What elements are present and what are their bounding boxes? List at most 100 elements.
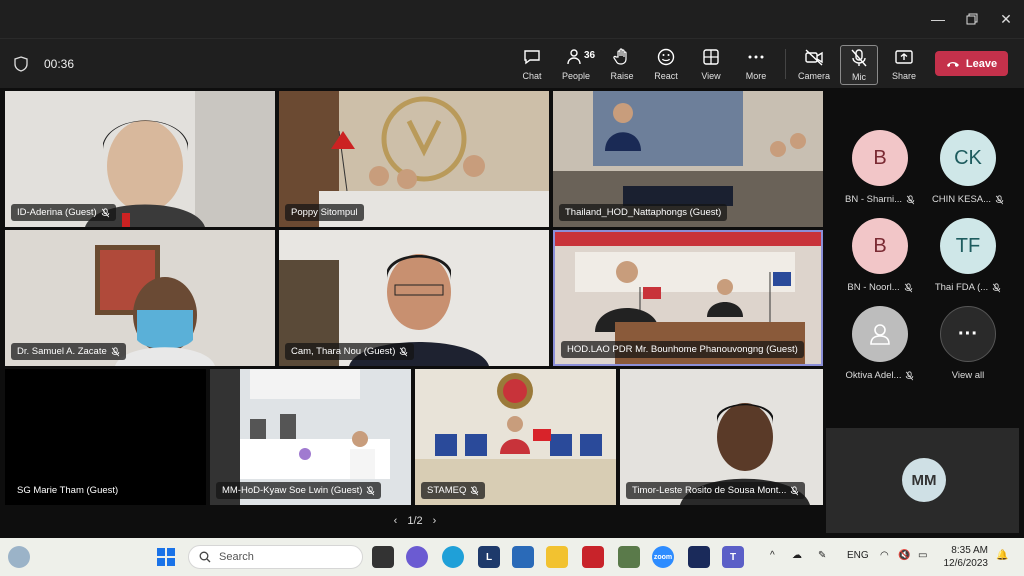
video-tile-zacate[interactable]: Dr. Samuel A. Zacate xyxy=(5,230,275,366)
meeting-toolbar: 00:36 Chat 36 People Raise React View Mo… xyxy=(0,38,1024,88)
side-participant[interactable]: CK CHIN KESA... xyxy=(928,130,1008,205)
participant-nametag: STAMEQ xyxy=(421,482,486,499)
participant-nametag: SG Marie Tham (Guest) xyxy=(17,485,119,496)
side-participant[interactable]: Oktiva Adel... xyxy=(840,306,920,381)
edge-icon[interactable] xyxy=(442,546,464,568)
avatar xyxy=(852,306,908,362)
search-icon xyxy=(199,551,211,563)
chevron-left-icon[interactable]: ‹ xyxy=(394,515,398,527)
video-tile-stameq[interactable]: STAMEQ xyxy=(415,369,616,505)
smiley-icon xyxy=(657,48,675,66)
mcafee-icon[interactable] xyxy=(582,546,604,568)
chat-button[interactable]: Chat xyxy=(510,45,554,85)
participant-nametag: Cam, Thara Nou (Guest) xyxy=(285,343,415,360)
more-icon: ··· xyxy=(940,306,996,362)
battery-icon[interactable]: ▭ xyxy=(918,550,927,561)
avatar: B xyxy=(852,218,908,274)
phone-hangup-icon xyxy=(946,61,959,67)
people-count: 36 xyxy=(584,50,596,61)
participant-nametag: Timor-Leste Rosito de Sousa Mont... xyxy=(626,482,806,499)
view-button[interactable]: View xyxy=(689,45,733,85)
video-tile-aderina[interactable]: ID-Aderina (Guest) xyxy=(5,91,275,227)
leave-button[interactable]: Leave xyxy=(935,51,1008,76)
side-participant[interactable]: TF Thai FDA (... xyxy=(928,218,1008,293)
video-tile-timor-leste[interactable]: Timor-Leste Rosito de Sousa Mont... xyxy=(620,369,823,505)
task-view-icon[interactable] xyxy=(372,546,394,568)
participant-nametag: Dr. Samuel A. Zacate xyxy=(11,343,126,360)
file-explorer-icon[interactable] xyxy=(546,546,568,568)
participant-nametag: ID-Aderina (Guest) xyxy=(11,204,116,221)
participant-nametag: MM-HoD-Kyaw Soe Lwin (Guest) xyxy=(216,482,382,499)
mic-muted-icon xyxy=(101,207,109,217)
windows-taskbar: Search L zoom T ^ ☁ ✎ ENG ◠ 🔇 ▭ 8:35 AM … xyxy=(0,538,1024,576)
mic-button[interactable]: Mic xyxy=(840,45,878,85)
shield-icon xyxy=(14,56,28,72)
teams-icon[interactable]: T xyxy=(722,546,744,568)
wifi-icon[interactable]: ◠ xyxy=(880,550,889,561)
close-icon[interactable]: ✕ xyxy=(994,8,1018,30)
side-participant[interactable]: B BN - Noorl... xyxy=(840,218,920,293)
people-button[interactable]: 36 People xyxy=(554,45,598,85)
meeting-timer: 00:36 xyxy=(44,57,75,71)
weather-icon[interactable] xyxy=(8,546,30,568)
video-tile-poppy[interactable]: Poppy Sitompul xyxy=(279,91,549,227)
mic-muted-icon xyxy=(906,370,914,380)
mic-muted-icon xyxy=(367,485,375,495)
camera-off-icon xyxy=(805,49,823,66)
store-icon[interactable] xyxy=(512,546,534,568)
view-all-button[interactable]: ··· View all xyxy=(928,306,1008,381)
video-tile-marie-tham[interactable]: SG Marie Tham (Guest) xyxy=(5,369,206,505)
video-tile-kyaw-soe-lwin[interactable]: MM-HoD-Kyaw Soe Lwin (Guest) xyxy=(210,369,411,505)
mic-muted-icon xyxy=(906,194,915,204)
more-button[interactable]: More xyxy=(734,45,778,85)
participant-nametag: Thailand_HOD_Nattaphongs (Guest) xyxy=(559,204,728,221)
raise-hand-button[interactable]: Raise xyxy=(600,45,644,85)
chat-icon xyxy=(524,50,540,65)
zoom-icon[interactable]: zoom xyxy=(652,546,674,568)
chevron-right-icon[interactable]: › xyxy=(433,515,437,527)
mic-muted-icon xyxy=(992,282,1001,292)
notification-bell-icon[interactable]: 🔔 xyxy=(996,550,1008,561)
cloud-alert-icon[interactable]: ☁ xyxy=(792,550,802,561)
mic-muted-icon xyxy=(904,282,912,292)
gallery-pager: ‹ 1/2 › xyxy=(393,515,437,527)
video-tile-thailand[interactable]: Thailand_HOD_Nattaphongs (Guest) xyxy=(553,91,823,227)
toolbar-divider xyxy=(785,49,786,79)
mic-muted-icon xyxy=(791,485,799,495)
app-l-icon[interactable]: L xyxy=(478,546,500,568)
restore-icon[interactable] xyxy=(960,8,984,30)
react-button[interactable]: React xyxy=(644,45,688,85)
language-indicator[interactable]: ENG xyxy=(847,550,869,561)
pen-icon[interactable]: ✎ xyxy=(818,550,826,561)
participant-nametag: HOD.LAO PDR Mr. Bounhome Phanouvongng (G… xyxy=(561,341,804,358)
mic-off-icon xyxy=(851,49,867,67)
mic-muted-icon xyxy=(995,194,1004,204)
avatar: MM xyxy=(902,458,946,502)
self-view-tile[interactable]: MM xyxy=(826,428,1019,533)
taskbar-clock[interactable]: 8:35 AM 12/6/2023 xyxy=(942,544,989,570)
teams-chat-icon[interactable] xyxy=(406,546,428,568)
volume-muted-icon[interactable]: 🔇 xyxy=(898,550,910,561)
share-button[interactable]: Share xyxy=(882,45,926,85)
mic-muted-icon xyxy=(111,346,120,356)
taskbar-search[interactable]: Search xyxy=(188,545,363,569)
app-icon[interactable] xyxy=(618,546,640,568)
more-icon xyxy=(748,55,764,59)
camera-button[interactable]: Camera xyxy=(792,45,836,85)
hand-icon xyxy=(613,48,627,65)
share-icon xyxy=(895,50,913,64)
avatar: B xyxy=(852,130,908,186)
windows-start-icon[interactable] xyxy=(155,546,177,568)
chevron-up-icon[interactable]: ^ xyxy=(770,550,775,561)
side-participant[interactable]: B BN - Sharni... xyxy=(840,130,920,205)
avatar: CK xyxy=(940,130,996,186)
mic-muted-icon xyxy=(471,485,479,495)
webex-icon[interactable] xyxy=(688,546,710,568)
video-tile-thara[interactable]: Cam, Thara Nou (Guest) xyxy=(279,230,549,366)
video-tile-lao-active-speaker[interactable]: HOD.LAO PDR Mr. Bounhome Phanouvongng (G… xyxy=(553,230,823,366)
people-icon xyxy=(567,49,581,65)
minimize-icon[interactable]: — xyxy=(926,8,950,30)
avatar: TF xyxy=(940,218,996,274)
grid-view-icon xyxy=(703,49,719,65)
mic-muted-icon xyxy=(400,346,408,356)
